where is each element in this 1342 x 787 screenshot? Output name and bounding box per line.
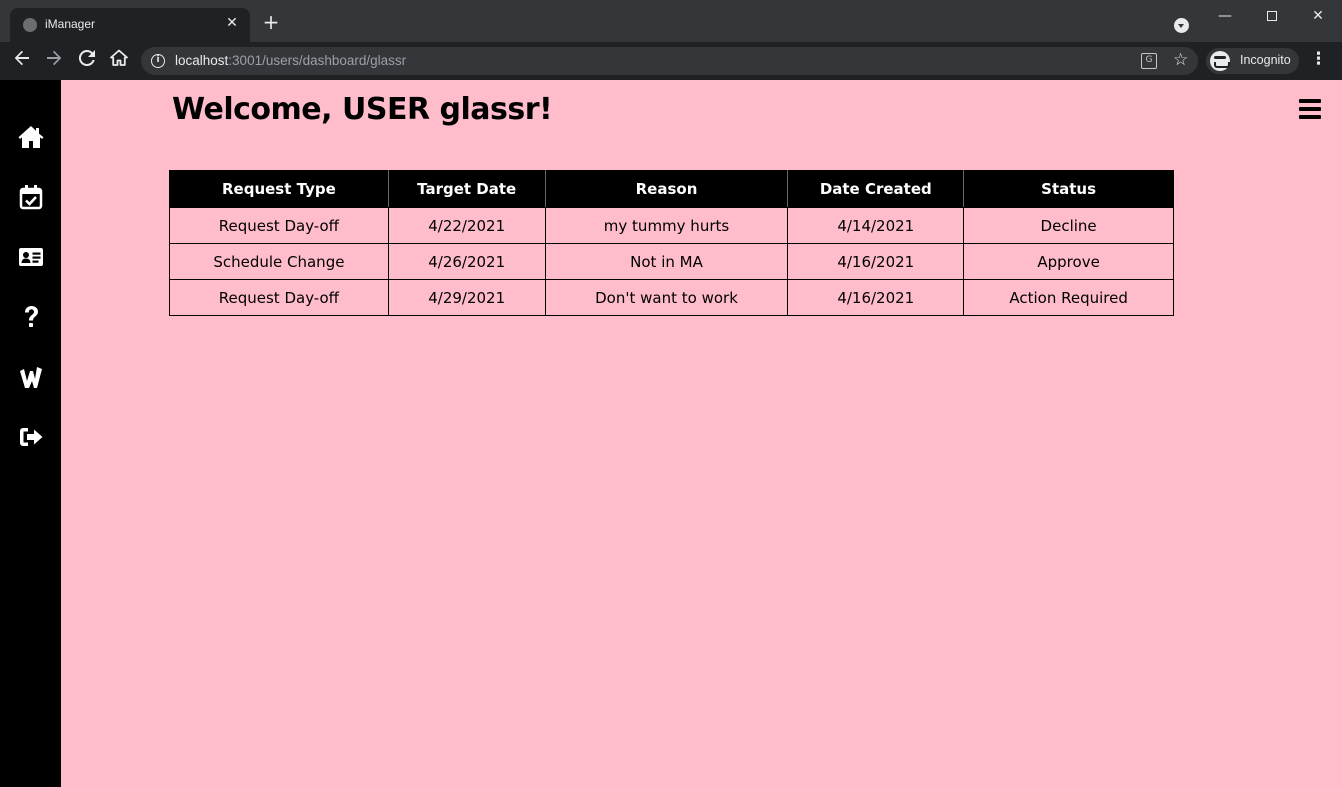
cell-reason: Don't want to work	[544, 279, 789, 316]
page-viewport: Welcome, USER glassr! Request Type Targe…	[0, 80, 1342, 787]
incognito-icon	[1210, 51, 1230, 71]
table-row: Request Day-off 4/29/2021 Don't want to …	[169, 279, 1174, 316]
id-card-icon[interactable]	[16, 242, 46, 272]
window-close-button[interactable]: ✕	[1295, 5, 1341, 29]
sign-out-icon[interactable]	[16, 422, 46, 452]
cell-reason: Not in MA	[544, 243, 789, 280]
sidebar	[0, 80, 61, 787]
requests-table: Request Type Target Date Reason Date Cre…	[169, 170, 1174, 316]
cell-status: Approve	[963, 243, 1174, 280]
cell-date-created: 4/16/2021	[787, 243, 965, 280]
hamburger-menu-icon[interactable]	[1299, 99, 1323, 119]
url-host: localhost	[175, 53, 229, 68]
cell-target-date: 4/29/2021	[387, 279, 546, 316]
browser-titlebar: iManager ✕ + — ✕	[0, 0, 1342, 42]
home-button-icon[interactable]	[107, 49, 131, 73]
minimize-button[interactable]: —	[1202, 5, 1248, 29]
home-icon[interactable]	[16, 122, 46, 152]
table-row: Schedule Change 4/26/2021 Not in MA 4/16…	[169, 243, 1174, 280]
header-reason: Reason	[544, 170, 789, 208]
tab-title: iManager	[45, 17, 96, 31]
new-tab-button[interactable]: +	[260, 12, 282, 32]
header-target-date: Target Date	[387, 170, 546, 208]
incognito-label: Incognito	[1240, 53, 1291, 67]
question-icon[interactable]	[16, 302, 46, 332]
cell-request-type: Schedule Change	[169, 243, 389, 280]
url-path: :3001/users/dashboard/glassr	[228, 53, 407, 68]
cell-date-created: 4/16/2021	[787, 279, 965, 316]
browser-toolbar: i localhost:3001/users/dashboard/glassr …	[0, 42, 1342, 80]
tab-search-icon[interactable]	[1174, 18, 1189, 33]
translate-icon[interactable]: G	[1141, 53, 1157, 69]
url-text[interactable]: localhost:3001/users/dashboard/glassr	[175, 53, 406, 68]
forward-icon[interactable]	[42, 49, 66, 73]
cell-status: Action Required	[963, 279, 1174, 316]
info-icon[interactable]: i	[151, 54, 165, 68]
more-menu-icon[interactable]: ⋮	[1310, 49, 1327, 69]
cell-reason: my tummy hurts	[544, 207, 789, 244]
cell-target-date: 4/26/2021	[387, 243, 546, 280]
reload-icon[interactable]	[75, 49, 99, 73]
header-date-created: Date Created	[787, 170, 965, 208]
header-status: Status	[963, 170, 1174, 208]
table-header-row: Request Type Target Date Reason Date Cre…	[169, 170, 1174, 208]
cell-target-date: 4/22/2021	[387, 207, 546, 244]
browser-tab[interactable]: iManager ✕	[10, 8, 250, 42]
close-icon[interactable]: ✕	[224, 15, 240, 31]
cell-date-created: 4/14/2021	[787, 207, 965, 244]
cell-request-type: Request Day-off	[169, 207, 389, 244]
address-bar[interactable]: i localhost:3001/users/dashboard/glassr …	[141, 47, 1198, 75]
globe-icon	[23, 18, 37, 32]
calendar-check-icon[interactable]	[16, 182, 46, 212]
incognito-badge[interactable]: Incognito	[1206, 48, 1299, 74]
wingstop-logo-icon[interactable]	[16, 362, 46, 392]
header-request-type: Request Type	[169, 170, 389, 208]
table-row: Request Day-off 4/22/2021 my tummy hurts…	[169, 207, 1174, 244]
cell-status: Decline	[963, 207, 1174, 244]
back-icon[interactable]	[10, 49, 34, 73]
cell-request-type: Request Day-off	[169, 279, 389, 316]
maximize-button[interactable]	[1249, 5, 1295, 29]
page-title: Welcome, USER glassr!	[172, 92, 553, 127]
maximize-icon	[1267, 11, 1277, 21]
bookmark-star-icon[interactable]: ☆	[1173, 50, 1188, 70]
